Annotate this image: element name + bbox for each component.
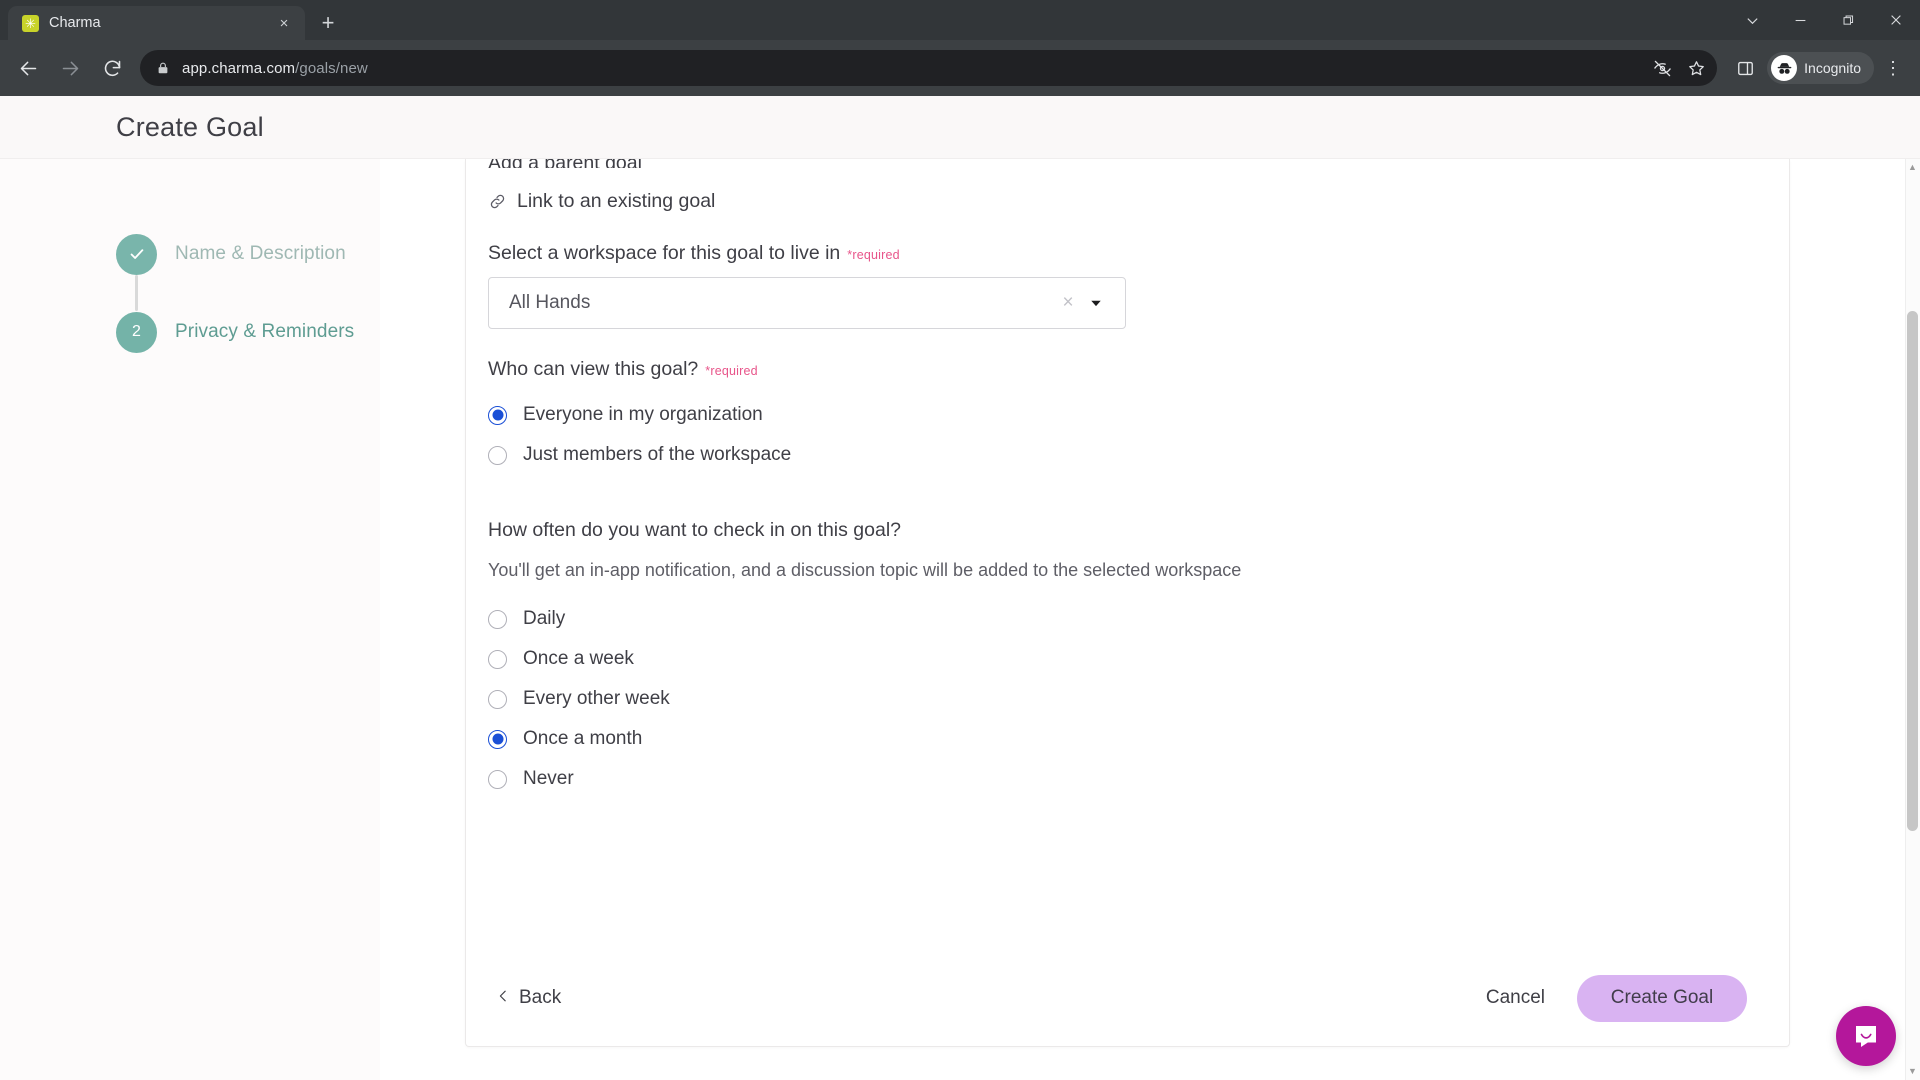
third-party-cookie-blocked-icon[interactable] [1647, 53, 1677, 83]
cancel-button[interactable]: Cancel [1486, 987, 1545, 1009]
radio-label: Every other week [523, 688, 670, 709]
parent-goal-label: Add a parent goal [488, 159, 1765, 168]
radio-option-daily[interactable]: Daily [488, 599, 1765, 639]
intercom-messenger-button[interactable] [1836, 1006, 1896, 1066]
workspace-selected-value: All Hands [509, 292, 591, 313]
radio-label: Never [523, 768, 574, 789]
link-existing-goal-button[interactable]: Link to an existing goal [488, 190, 1765, 213]
incognito-avatar-icon [1771, 55, 1798, 81]
radio-option-every-other-week[interactable]: Every other week [488, 679, 1765, 719]
step-label-name-description: Name & Description [175, 243, 346, 264]
toolbar-right-actions: Incognito ⋮ [1727, 50, 1910, 86]
back-button[interactable]: Back [496, 987, 561, 1009]
radio-option-once-a-month[interactable]: Once a month [488, 719, 1765, 759]
browser-menu-icon[interactable]: ⋮ [1876, 50, 1910, 86]
browser-tab[interactable]: ✳ Charma × [8, 6, 305, 40]
radio-option-workspace-members[interactable]: Just members of the workspace [488, 435, 1765, 475]
card-form-body: Add a parent goal Link to an existing go… [466, 159, 1789, 799]
favicon-glyph: ✳ [25, 15, 36, 31]
list-tabs-icon[interactable] [1728, 0, 1776, 40]
checkin-frequency-label: How often do you want to check in on thi… [488, 519, 902, 541]
radio-option-once-a-week[interactable]: Once a week [488, 639, 1765, 679]
link-icon [488, 192, 507, 211]
workspace-select[interactable]: All Hands × [488, 277, 1126, 329]
browser-window: ✳ Charma × + app.charma.com/goals/new In… [0, 0, 1920, 1080]
radio-label: Just members of the workspace [523, 444, 792, 465]
tab-title: Charma [49, 15, 101, 31]
minimize-icon[interactable] [1776, 0, 1824, 40]
address-bar[interactable]: app.charma.com/goals/new [140, 50, 1718, 86]
maximize-restore-icon[interactable] [1824, 0, 1872, 40]
radio-label: Once a week [523, 648, 634, 669]
back-button-label: Back [519, 987, 562, 1008]
radio-indicator[interactable] [488, 649, 507, 669]
create-goal-button[interactable]: Create Goal [1577, 974, 1747, 1022]
window-controls [1728, 0, 1920, 40]
checkin-frequency-radio-group: Daily Once a week Every other week Once … [488, 599, 1765, 799]
chevron-left-icon [496, 987, 510, 1009]
step-number-badge: 2 [116, 311, 157, 353]
tab-strip: ✳ Charma × + [0, 0, 1920, 40]
scrollbar-thumb[interactable] [1907, 311, 1918, 831]
close-tab-icon[interactable]: × [273, 12, 295, 34]
profile-label: Incognito [1804, 60, 1861, 76]
visibility-radio-group: Everyone in my organization Just members… [488, 395, 1765, 475]
intercom-messenger-icon [1856, 1026, 1876, 1047]
bookmark-star-icon[interactable] [1681, 53, 1711, 83]
visibility-required-tag: *required [705, 364, 758, 378]
radio-indicator[interactable] [488, 729, 507, 749]
create-goal-card: Add a parent goal Link to an existing go… [465, 159, 1790, 1047]
new-tab-button[interactable]: + [311, 6, 345, 40]
close-window-icon[interactable] [1872, 0, 1920, 40]
radio-indicator[interactable] [488, 445, 507, 465]
radio-option-never[interactable]: Never [488, 759, 1765, 799]
radio-label: Once a month [523, 728, 643, 749]
form-content-area: Add a parent goal Link to an existing go… [380, 159, 1920, 1080]
visibility-label-text: Who can view this goal? [488, 358, 699, 380]
workspace-field-label: Select a workspace for this goal to live… [488, 242, 1765, 265]
side-panel-icon[interactable] [1727, 50, 1763, 86]
visibility-field-label: Who can view this goal? *required [488, 358, 1765, 381]
link-existing-goal-label: Link to an existing goal [517, 190, 716, 212]
page-body: Name & Description 2 Privacy & Reminders… [0, 159, 1920, 1080]
scroll-up-arrow-icon[interactable]: ▲ [1908, 163, 1917, 172]
chevron-down-icon[interactable] [1081, 296, 1111, 310]
forward-arrow-icon[interactable] [50, 48, 90, 88]
step-progress-rail: Name & Description 2 Privacy & Reminders [0, 159, 380, 1080]
step-connector [135, 275, 138, 311]
step-label-privacy-reminders: Privacy & Reminders [175, 321, 355, 342]
url-path: /goals/new [295, 59, 368, 77]
page-viewport: Create Goal Name & Description 2 Privacy… [0, 96, 1920, 1080]
step-item-privacy-reminders[interactable]: 2 Privacy & Reminders [116, 311, 380, 353]
radio-indicator[interactable] [488, 609, 507, 629]
site-lock-icon[interactable] [156, 61, 170, 75]
card-footer: Back Cancel Create Goal [466, 950, 1789, 1046]
step-check-icon [116, 233, 157, 275]
clear-selection-icon[interactable]: × [1055, 292, 1081, 314]
workspace-label-text: Select a workspace for this goal to live… [488, 242, 841, 264]
omnibox-actions [1647, 53, 1711, 83]
page-title: Create Goal [116, 111, 264, 142]
workspace-required-tag: *required [847, 248, 900, 262]
charma-star-icon: ✳ [22, 14, 39, 32]
step-item-name-description[interactable]: Name & Description [116, 233, 380, 275]
url-domain: app.charma.com [182, 59, 296, 77]
radio-indicator[interactable] [488, 689, 507, 709]
scroll-down-arrow-icon[interactable]: ▼ [1908, 1067, 1917, 1076]
radio-label: Everyone in my organization [523, 404, 763, 425]
reload-arrow-icon[interactable] [92, 48, 132, 88]
radio-indicator[interactable] [488, 405, 507, 425]
page-scrollbar[interactable]: ▲ ▼ [1905, 159, 1920, 1080]
back-arrow-icon[interactable] [8, 48, 48, 88]
checkin-frequency-help: You'll get an in-app notification, and a… [488, 560, 1242, 580]
radio-indicator[interactable] [488, 769, 507, 789]
radio-label: Daily [523, 608, 566, 629]
page-header: Create Goal [0, 96, 1920, 159]
url-text: app.charma.com/goals/new [182, 60, 1635, 77]
profile-incognito-button[interactable]: Incognito [1767, 52, 1874, 84]
browser-toolbar: app.charma.com/goals/new Incognito ⋮ [0, 40, 1920, 96]
radio-option-everyone[interactable]: Everyone in my organization [488, 395, 1765, 435]
